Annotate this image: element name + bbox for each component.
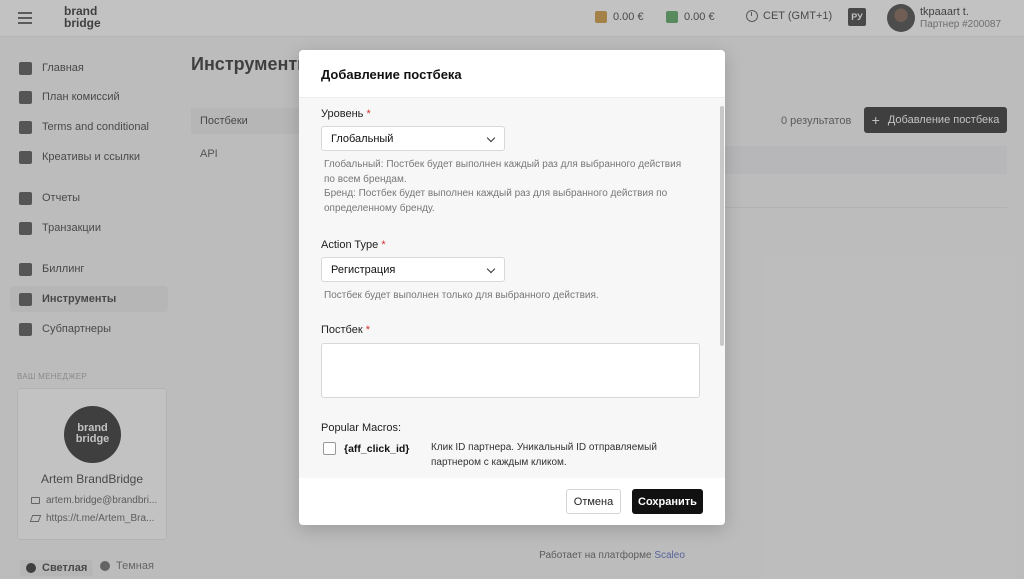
- postback-textarea[interactable]: [321, 343, 700, 398]
- popular-macros-label: Popular Macros:: [321, 422, 402, 434]
- save-button[interactable]: Сохранить: [632, 489, 703, 514]
- chevron-down-icon: [486, 133, 496, 143]
- add-postback-modal: Добавление постбека Уровень * Глобальный…: [299, 50, 725, 525]
- required-mark: *: [381, 239, 386, 251]
- modal-header: Добавление постбека: [299, 50, 725, 98]
- action-type-select[interactable]: Регистрация: [321, 257, 505, 282]
- action-type-select-value: Регистрация: [331, 264, 396, 276]
- cancel-button[interactable]: Отмена: [566, 489, 621, 514]
- postback-label-text: Постбек: [321, 324, 363, 336]
- level-label-text: Уровень: [321, 108, 364, 120]
- level-label: Уровень *: [321, 108, 371, 120]
- modal-title: Добавление постбека: [321, 67, 462, 82]
- level-select-value: Глобальный: [331, 133, 394, 145]
- modal-scrollbar[interactable]: [720, 106, 724, 346]
- action-type-label-text: Action Type: [321, 239, 379, 251]
- macro-checkbox[interactable]: [323, 442, 336, 455]
- level-hint-brand: Бренд: Постбек будет выполнен каждый раз…: [324, 188, 668, 214]
- action-type-hint: Постбек будет выполнен только для выбран…: [324, 290, 599, 301]
- required-mark: *: [365, 324, 371, 336]
- modal-body: Уровень * Глобальный Глобальный: Постбек…: [299, 98, 725, 478]
- macro-code: {aff_click_id}: [344, 443, 410, 455]
- level-select[interactable]: Глобальный: [321, 126, 505, 151]
- level-hint-global: Глобальный: Постбек будет выполнен кажды…: [324, 159, 682, 185]
- macro-description: Клик ID партнера. Уникальный ID отправля…: [431, 442, 657, 468]
- postback-label: Постбек *: [321, 324, 370, 336]
- modal-footer: Отмена Сохранить: [299, 478, 725, 525]
- required-mark: *: [366, 108, 371, 120]
- chevron-down-icon: [486, 264, 496, 274]
- action-type-label: Action Type *: [321, 239, 386, 251]
